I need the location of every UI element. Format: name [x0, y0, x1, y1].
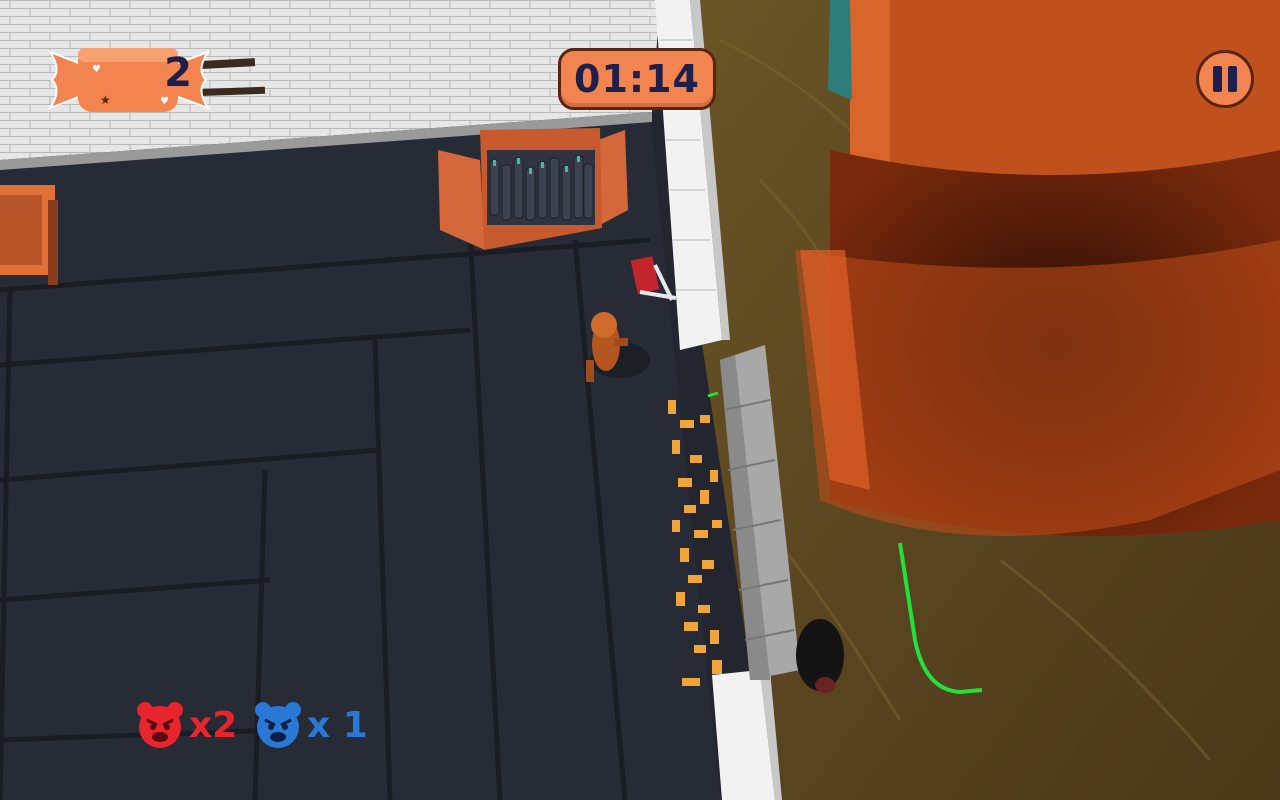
blue-bear-icon [255, 702, 301, 748]
svg-text:♥: ♥ [92, 64, 101, 75]
game-scene [0, 0, 1280, 800]
svg-text:★: ★ [100, 93, 111, 107]
blue-enemy-counter: x 1 [253, 700, 368, 750]
svg-text:♥: ♥ [160, 96, 169, 107]
candy-count: 2 [164, 50, 192, 96]
crate [0, 185, 58, 285]
red-enemy-count: x2 [189, 704, 238, 746]
red-enemy-counter: x2 [135, 700, 237, 750]
blue-enemy-count: x 1 [307, 704, 368, 746]
timer: 01:14 [558, 48, 716, 110]
timer-text: 01:14 [574, 57, 700, 101]
pause-icon [1210, 66, 1240, 92]
candy-counter: ★ ♥ ♥ 2 [48, 40, 218, 120]
red-bear-icon [137, 702, 183, 748]
pause-button[interactable] [1196, 50, 1254, 108]
